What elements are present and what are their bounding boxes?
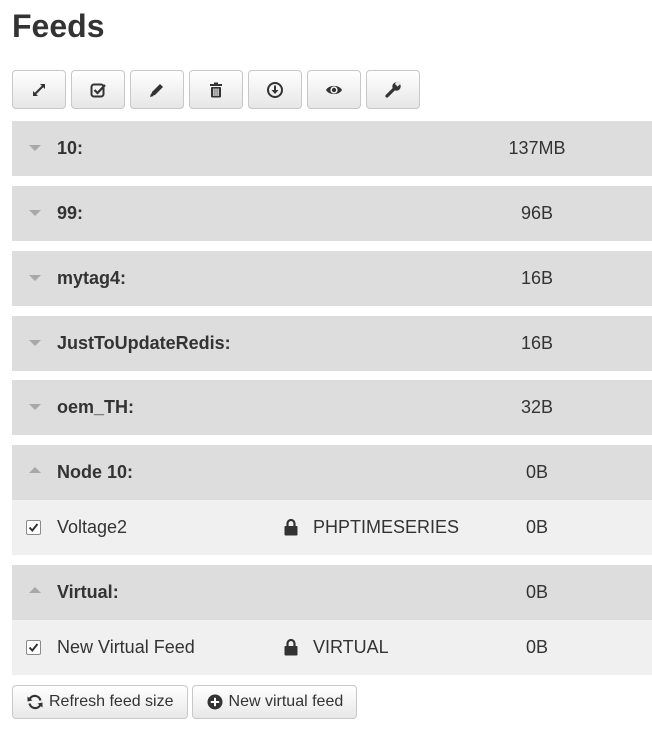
feed-group-10: 10: 137MB	[12, 121, 652, 176]
expand-icon	[33, 83, 45, 96]
eye-icon	[326, 85, 342, 94]
group-size: 137MB	[508, 138, 566, 158]
feed-engine: VIRTUAL	[313, 637, 389, 657]
feed-group-oem-th: oem_TH: 32B	[12, 380, 652, 435]
group-header[interactable]: Virtual: 0B	[12, 565, 652, 620]
feed-group-justtoupdateredis: JustToUpdateRedis: 16B	[12, 316, 652, 371]
check-square-icon	[90, 83, 106, 97]
group-header[interactable]: 10: 137MB	[12, 121, 652, 176]
feed-engine: PHPTIMESERIES	[313, 517, 460, 537]
settings-button[interactable]	[366, 70, 420, 109]
caret-up-icon	[29, 587, 41, 593]
caret-down-icon	[29, 210, 41, 216]
refresh-icon	[27, 694, 43, 710]
group-name: 10:	[57, 138, 84, 158]
caret-down-icon	[29, 145, 41, 151]
download-circle-icon	[267, 81, 283, 98]
group-size: 0B	[525, 462, 549, 482]
feed-size: 0B	[525, 637, 549, 657]
feed-group-mytag4: mytag4: 16B	[12, 251, 652, 306]
refresh-feed-size-button[interactable]: Refresh feed size	[12, 685, 188, 719]
checkmark-icon	[28, 523, 39, 533]
group-header[interactable]: JustToUpdateRedis: 16B	[12, 316, 652, 371]
group-header[interactable]: 99: 96B	[12, 186, 652, 241]
pencil-icon	[150, 83, 163, 97]
group-size: 16B	[520, 333, 554, 353]
feed-size: 0B	[525, 517, 549, 537]
checkmark-icon	[28, 643, 39, 653]
wrench-icon	[385, 80, 402, 98]
lock-icon	[284, 518, 298, 536]
page-title: Feeds	[12, 8, 105, 44]
feed-group-99: 99: 96B	[12, 186, 652, 241]
caret-up-icon	[29, 467, 41, 473]
feed-row[interactable]: Voltage2 PHPTIMESERIES 0B	[12, 500, 652, 555]
feed-checkbox[interactable]	[26, 520, 41, 535]
group-name: 99:	[57, 203, 84, 223]
feed-group-virtual: Virtual: 0B New Virtual Feed VIRTUAL 0B	[12, 565, 652, 675]
group-size: 32B	[520, 397, 554, 417]
action-bar: Refresh feed size New virtual feed	[12, 685, 361, 719]
feed-name: New Virtual Feed	[57, 637, 195, 657]
group-size: 0B	[525, 582, 549, 602]
download-button[interactable]	[248, 70, 302, 109]
edit-button[interactable]	[130, 70, 184, 109]
feed-checkbox[interactable]	[26, 640, 41, 655]
new-virtual-feed-label: New virtual feed	[228, 693, 344, 710]
feed-row[interactable]: New Virtual Feed VIRTUAL 0B	[12, 620, 652, 675]
trash-icon	[210, 82, 222, 97]
delete-button[interactable]	[189, 70, 243, 109]
select-all-button[interactable]	[71, 70, 125, 109]
feed-group-node-10: Node 10: 0B Voltage2 PHPTIMESERIES 0B	[12, 445, 652, 555]
group-name: oem_TH:	[57, 397, 135, 417]
group-size: 96B	[520, 203, 554, 223]
plus-circle-icon	[207, 694, 223, 710]
group-name: Node 10:	[57, 462, 134, 482]
feed-name: Voltage2	[57, 517, 128, 537]
group-name: Virtual:	[57, 582, 119, 602]
group-header[interactable]: oem_TH: 32B	[12, 380, 652, 435]
group-header[interactable]: Node 10: 0B	[12, 445, 652, 500]
group-name: JustToUpdateRedis:	[57, 333, 231, 353]
new-virtual-feed-button[interactable]: New virtual feed	[191, 685, 358, 719]
group-header[interactable]: mytag4: 16B	[12, 251, 652, 306]
view-button[interactable]	[307, 70, 361, 109]
group-name: mytag4:	[57, 268, 127, 288]
caret-down-icon	[29, 404, 41, 410]
lock-icon	[284, 638, 298, 656]
refresh-feed-size-label: Refresh feed size	[49, 693, 174, 710]
expand-collapse-button[interactable]	[12, 70, 66, 109]
group-size: 16B	[520, 268, 554, 288]
toolbar	[12, 70, 425, 109]
caret-down-icon	[29, 275, 41, 281]
caret-down-icon	[29, 340, 41, 346]
